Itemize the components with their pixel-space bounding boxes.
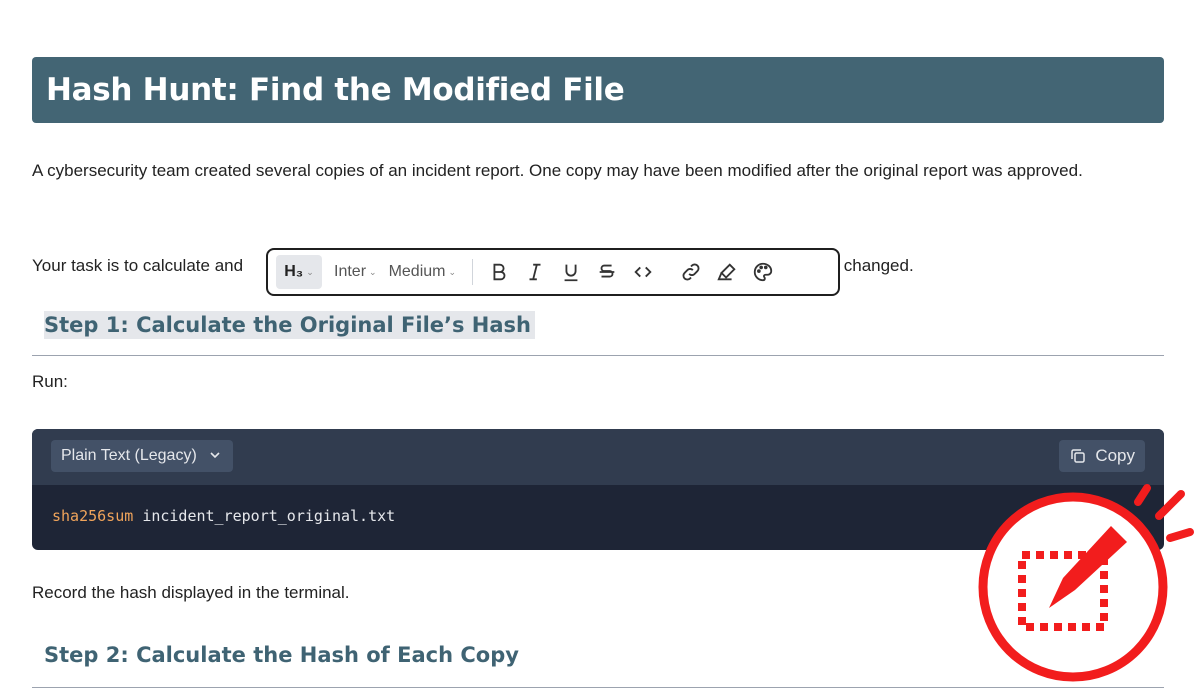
step2-heading: Step 2: Calculate the Hash of Each Copy xyxy=(44,643,519,667)
toolbar-divider xyxy=(472,259,474,285)
chevron-down-icon xyxy=(209,449,221,464)
bold-icon[interactable] xyxy=(481,255,517,289)
italic-icon[interactable] xyxy=(517,255,553,289)
caret-icon: ⌄ xyxy=(306,266,314,277)
code-argument: incident_report_original.txt xyxy=(142,507,396,525)
edit-icon[interactable] xyxy=(975,480,1200,695)
highlight-icon[interactable] xyxy=(709,255,745,289)
copy-icon xyxy=(1071,449,1086,463)
code-icon[interactable] xyxy=(625,255,661,289)
heading-level-dropdown[interactable]: H₃ ⌄ xyxy=(276,255,322,289)
caret-icon: ⌄ xyxy=(448,266,457,277)
title-banner: Hash Hunt: Find the Modified File xyxy=(32,57,1164,123)
link-icon[interactable] xyxy=(673,255,709,289)
copy-label: Copy xyxy=(1095,446,1135,465)
record-instruction: Record the hash displayed in the termina… xyxy=(32,583,350,602)
underline-icon[interactable] xyxy=(553,255,589,289)
palette-icon[interactable] xyxy=(745,255,781,289)
code-command: sha256sum xyxy=(52,507,134,525)
strikethrough-icon[interactable] xyxy=(589,255,625,289)
font-weight-dropdown[interactable]: Medium ⌄ xyxy=(389,263,456,281)
formatting-toolbar: H₃ ⌄ Inter ⌄ Medium ⌄ xyxy=(266,248,840,296)
font-weight-value: Medium xyxy=(388,263,446,280)
step1-heading: Step 1: Calculate the Original File’s Ha… xyxy=(44,311,535,339)
language-select[interactable]: Plain Text (Legacy) xyxy=(51,440,233,472)
heading-divider xyxy=(32,355,1164,356)
task-prefix: Your task is to calculate and xyxy=(32,256,244,275)
code-block-header: Plain Text (Legacy) Copy xyxy=(32,429,1164,485)
page-title: Hash Hunt: Find the Modified File xyxy=(46,72,625,108)
caret-icon: ⌄ xyxy=(369,266,377,277)
font-family-dropdown[interactable]: Inter ⌄ xyxy=(334,263,377,281)
intro-paragraph: A cybersecurity team created several cop… xyxy=(32,161,1083,180)
run-label: Run: xyxy=(32,372,68,391)
language-label: Plain Text (Legacy) xyxy=(61,447,197,464)
copy-button[interactable]: Copy xyxy=(1059,440,1145,472)
font-family-value: Inter xyxy=(334,263,367,280)
heading-level-value: H₃ xyxy=(284,263,304,280)
